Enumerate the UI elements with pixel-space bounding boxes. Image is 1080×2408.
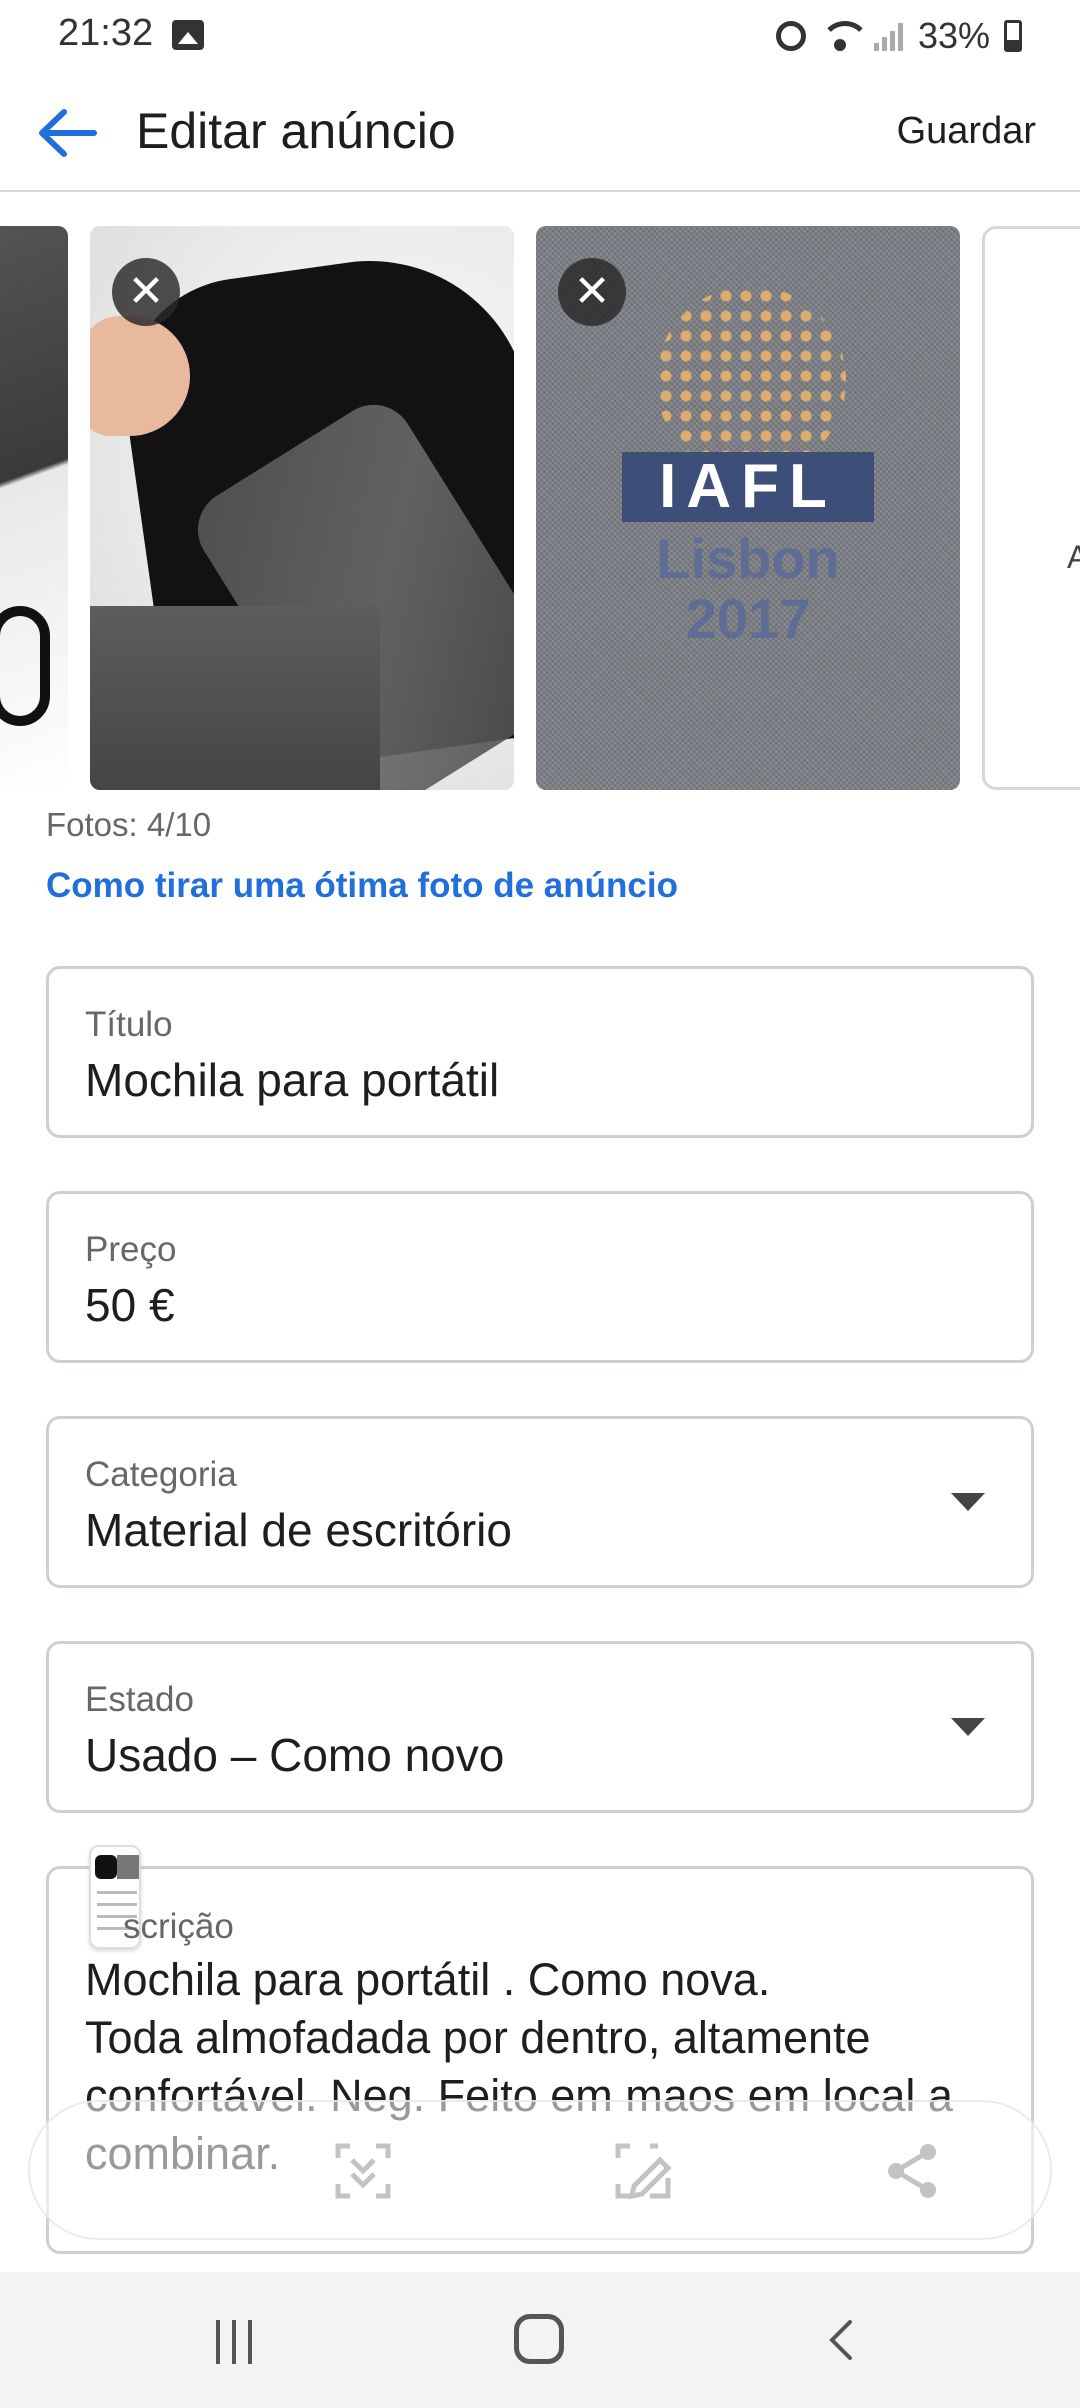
home-icon[interactable] (514, 2314, 564, 2364)
photo-count: Fotos: 4/10 (46, 806, 212, 843)
arrow-left-icon (39, 109, 97, 157)
scroll-capture-icon[interactable] (330, 2138, 396, 2204)
caret-down-icon (951, 1718, 985, 1736)
photo-logo-text: IAFL (622, 452, 874, 522)
field-value: Mochila para portátil (85, 1054, 500, 1106)
thumbnail-content (95, 1855, 117, 1879)
price-field[interactable]: Preço 50 € (46, 1191, 1034, 1363)
photo-tips-link[interactable]: Como tirar uma ótima foto de anúncio (46, 866, 678, 906)
field-value: Usado – Como novo (85, 1729, 505, 1781)
thumbnail-content (117, 1855, 139, 1879)
photo-content (90, 606, 380, 790)
photo-thumbnail[interactable]: ✕ (90, 226, 514, 790)
back-button[interactable] (34, 100, 100, 166)
field-label: Estado (85, 1680, 194, 1719)
status-indicators: 33% (775, 12, 1022, 60)
status-time: 21:32 (58, 12, 154, 54)
caret-down-icon (951, 1493, 985, 1511)
gallery-icon (172, 20, 204, 50)
thumbnail-content (97, 1891, 137, 1894)
photo-content (0, 606, 50, 726)
system-nav-bar (0, 2272, 1080, 2408)
screenshot-toolbar (28, 2100, 1052, 2240)
recents-icon[interactable] (210, 2320, 258, 2364)
photo-thumbnail[interactable] (0, 226, 68, 790)
field-label: Título (85, 1005, 173, 1044)
save-button[interactable]: Guardar (897, 110, 1036, 153)
edit-icon[interactable] (610, 2138, 676, 2204)
photo-logo-subtext: Lisbon (656, 527, 840, 590)
condition-select[interactable]: Estado Usado – Como novo (46, 1641, 1034, 1813)
photo-content (656, 286, 846, 476)
battery-icon (1004, 20, 1022, 52)
remove-photo-button[interactable]: ✕ (112, 258, 180, 326)
field-value: 50 € (85, 1279, 175, 1331)
remove-photo-button[interactable]: ✕ (558, 258, 626, 326)
wifi-icon (819, 21, 870, 51)
signal-icon (873, 21, 904, 51)
alarm-icon (775, 21, 806, 51)
photo-thumbnail[interactable]: IAFL Lisbon 2017 ✕ (536, 226, 960, 790)
add-photo-label: A (1067, 539, 1080, 575)
status-bar: 21:32 33% (0, 0, 1080, 72)
back-nav-icon[interactable] (826, 2318, 856, 2362)
title-field[interactable]: Título Mochila para portátil (46, 966, 1034, 1138)
add-photo-button[interactable]: A (982, 226, 1080, 790)
field-label: Categoria (85, 1455, 237, 1494)
category-select[interactable]: Categoria Material de escritório (46, 1416, 1034, 1588)
app-header: Editar anúncio Guardar (0, 72, 1080, 192)
photo-carousel[interactable]: ✕ IAFL Lisbon 2017 ✕ A (0, 226, 1080, 792)
share-icon[interactable] (880, 2138, 946, 2204)
field-value: Material de escritório (85, 1504, 512, 1556)
field-label: scrição (123, 1907, 234, 1946)
field-label: Preço (85, 1230, 177, 1269)
page-title: Editar anúncio (136, 103, 456, 159)
photo-logo-subtext: 2017 (685, 587, 811, 650)
battery-percent: 33% (917, 15, 990, 56)
